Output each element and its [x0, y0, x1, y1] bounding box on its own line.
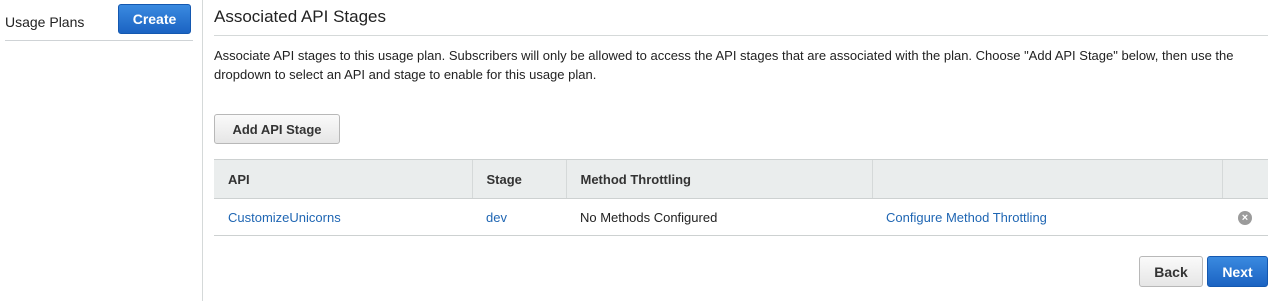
back-button[interactable]: Back	[1139, 256, 1203, 287]
sidebar-title: Usage Plans	[5, 14, 85, 30]
column-header-stage: Stage	[471, 159, 566, 199]
section-title: Associated API Stages	[214, 7, 386, 26]
column-header-remove	[1221, 159, 1268, 199]
section-description: Associate API stages to this usage plan.…	[214, 48, 1234, 82]
add-api-stage-button[interactable]: Add API Stage	[214, 114, 340, 144]
table-row: CustomizeUnicorns dev No Methods Configu…	[214, 198, 1268, 236]
api-stages-table: API Stage Method Throttling CustomizeUni…	[214, 159, 1268, 236]
column-header-configure	[871, 159, 1222, 199]
create-button[interactable]: Create	[118, 4, 191, 34]
table-header-row: API Stage Method Throttling	[214, 159, 1268, 199]
column-header-api: API	[214, 159, 472, 199]
sidebar: Usage Plans Create	[0, 0, 203, 301]
sidebar-header: Usage Plans Create	[5, 0, 193, 41]
next-button[interactable]: Next	[1207, 256, 1268, 287]
throttling-status: No Methods Configured	[580, 209, 718, 225]
column-header-method-throttling: Method Throttling	[565, 159, 872, 199]
stage-link[interactable]: dev	[486, 210, 507, 225]
configure-method-throttling-link[interactable]: Configure Method Throttling	[886, 210, 1047, 225]
remove-circle-icon[interactable]: ×	[1238, 211, 1252, 225]
title-divider	[214, 35, 1268, 36]
main-panel: Associated API Stages Associate API stag…	[214, 0, 1268, 301]
api-link[interactable]: CustomizeUnicorns	[228, 210, 341, 225]
